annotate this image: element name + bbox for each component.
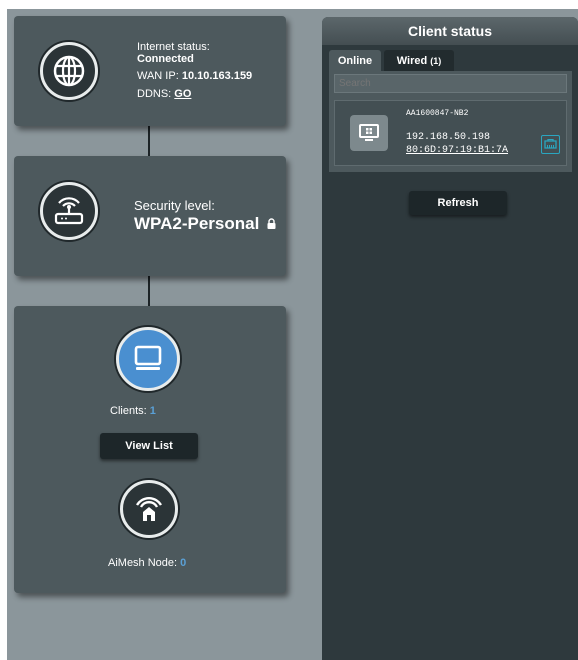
wan-ip-row: WAN IP: 10.10.163.159 <box>137 70 252 82</box>
aimesh-node-row: AiMesh Node: 0 <box>108 557 186 569</box>
clients-label: Clients: <box>110 405 147 417</box>
lock-icon <box>267 214 276 234</box>
security-card[interactable]: Security level: WPA2-Personal <box>14 156 286 276</box>
client-search-input[interactable] <box>334 74 567 93</box>
internet-status-value: Connected <box>137 53 194 65</box>
wired-connection-icon <box>541 135 560 154</box>
wan-ip-value: 10.10.163.159 <box>181 70 253 82</box>
aimesh-node-count[interactable]: 0 <box>180 557 186 569</box>
clients-monitor-icon[interactable] <box>116 327 180 391</box>
desktop-icon[interactable] <box>350 115 388 151</box>
wan-ip-label: WAN IP: <box>137 70 179 82</box>
tab-wired-label: Wired <box>396 54 428 67</box>
client-list-item[interactable]: AA1600847-NB2 192.168.50.198 80:6D:97:19… <box>334 100 567 166</box>
aimesh-node-label: AiMesh Node: <box>108 557 178 569</box>
globe-icon <box>40 42 98 100</box>
clients-card: Clients: 1 View List AiMesh Node: 0 <box>14 306 286 593</box>
connector-line <box>148 126 150 156</box>
tab-wired[interactable]: Wired (1) <box>384 50 454 71</box>
ddns-label: DDNS: <box>137 88 172 100</box>
ddns-go-link[interactable]: GO <box>174 88 191 100</box>
internet-status-card[interactable]: Internet status: Connected WAN IP: 10.10… <box>14 16 286 126</box>
internet-status-label: Internet status: <box>137 41 210 53</box>
security-level-label: Security level: <box>134 198 215 213</box>
client-status-title: Client status <box>322 17 578 45</box>
connector-line <box>148 276 150 306</box>
tab-wired-count: (1) <box>430 55 442 66</box>
ddns-row: DDNS: GO <box>137 88 191 100</box>
tab-online[interactable]: Online <box>329 50 381 71</box>
security-level-text: WPA2-Personal <box>134 214 260 233</box>
client-name: AA1600847-NB2 <box>406 109 469 118</box>
clients-count[interactable]: 1 <box>150 405 156 417</box>
client-mac[interactable]: 80:6D:97:19:B1:7A <box>406 145 508 156</box>
client-status-panel: Client status Online Wired (1) AA1600847… <box>322 17 578 660</box>
view-list-button[interactable]: View List <box>100 433 198 459</box>
client-ip: 192.168.50.198 <box>406 132 491 143</box>
security-level-value: WPA2-Personal <box>134 214 276 234</box>
clients-count-row: Clients: 1 <box>110 405 156 417</box>
aimesh-node-icon[interactable] <box>120 480 178 538</box>
router-icon <box>40 182 98 240</box>
refresh-button[interactable]: Refresh <box>409 191 507 215</box>
